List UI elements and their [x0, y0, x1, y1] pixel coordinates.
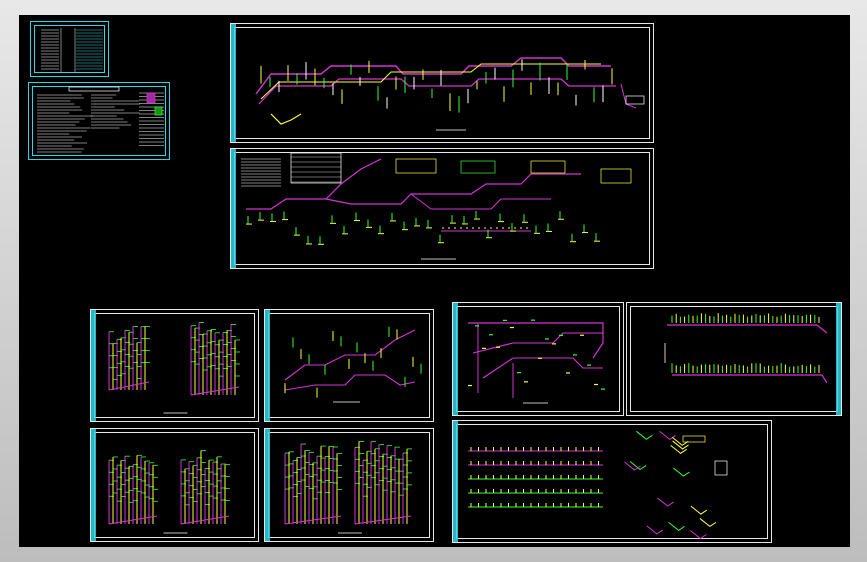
pipe-plan-a-pipes — [284, 326, 422, 403]
schematic-mid-pipes — [241, 152, 632, 260]
riser-a-pipes — [108, 322, 240, 414]
sheet-system-schematic-mid[interactable] — [230, 148, 654, 269]
sheet-detail-plan[interactable] — [452, 420, 772, 543]
sheet-legend-table[interactable] — [30, 21, 109, 77]
sheet-riser-c[interactable] — [90, 428, 259, 542]
viewer-frame — [0, 0, 867, 562]
legend-table-lines — [41, 28, 103, 72]
sheet-riser-a[interactable] — [90, 309, 259, 422]
riser-c-pipes — [108, 450, 230, 534]
sheet-design-notes[interactable] — [28, 82, 170, 160]
schematic-top-pipes — [255, 57, 645, 131]
pipe-plan-b-pipes — [468, 319, 605, 404]
sheet-pipe-plan-b[interactable] — [452, 302, 624, 416]
sheet-riser-d[interactable] — [264, 428, 434, 542]
design-notes-text — [37, 86, 164, 153]
sheet-pipe-plan-a[interactable] — [264, 309, 434, 422]
riser-b-pipes — [664, 313, 828, 384]
cad-model-space[interactable] — [19, 15, 850, 547]
sheet-riser-b[interactable] — [626, 302, 842, 416]
riser-d-pipes — [284, 441, 412, 534]
detail-plan-pipes — [468, 430, 728, 540]
sheet-system-schematic-top[interactable] — [230, 23, 654, 143]
